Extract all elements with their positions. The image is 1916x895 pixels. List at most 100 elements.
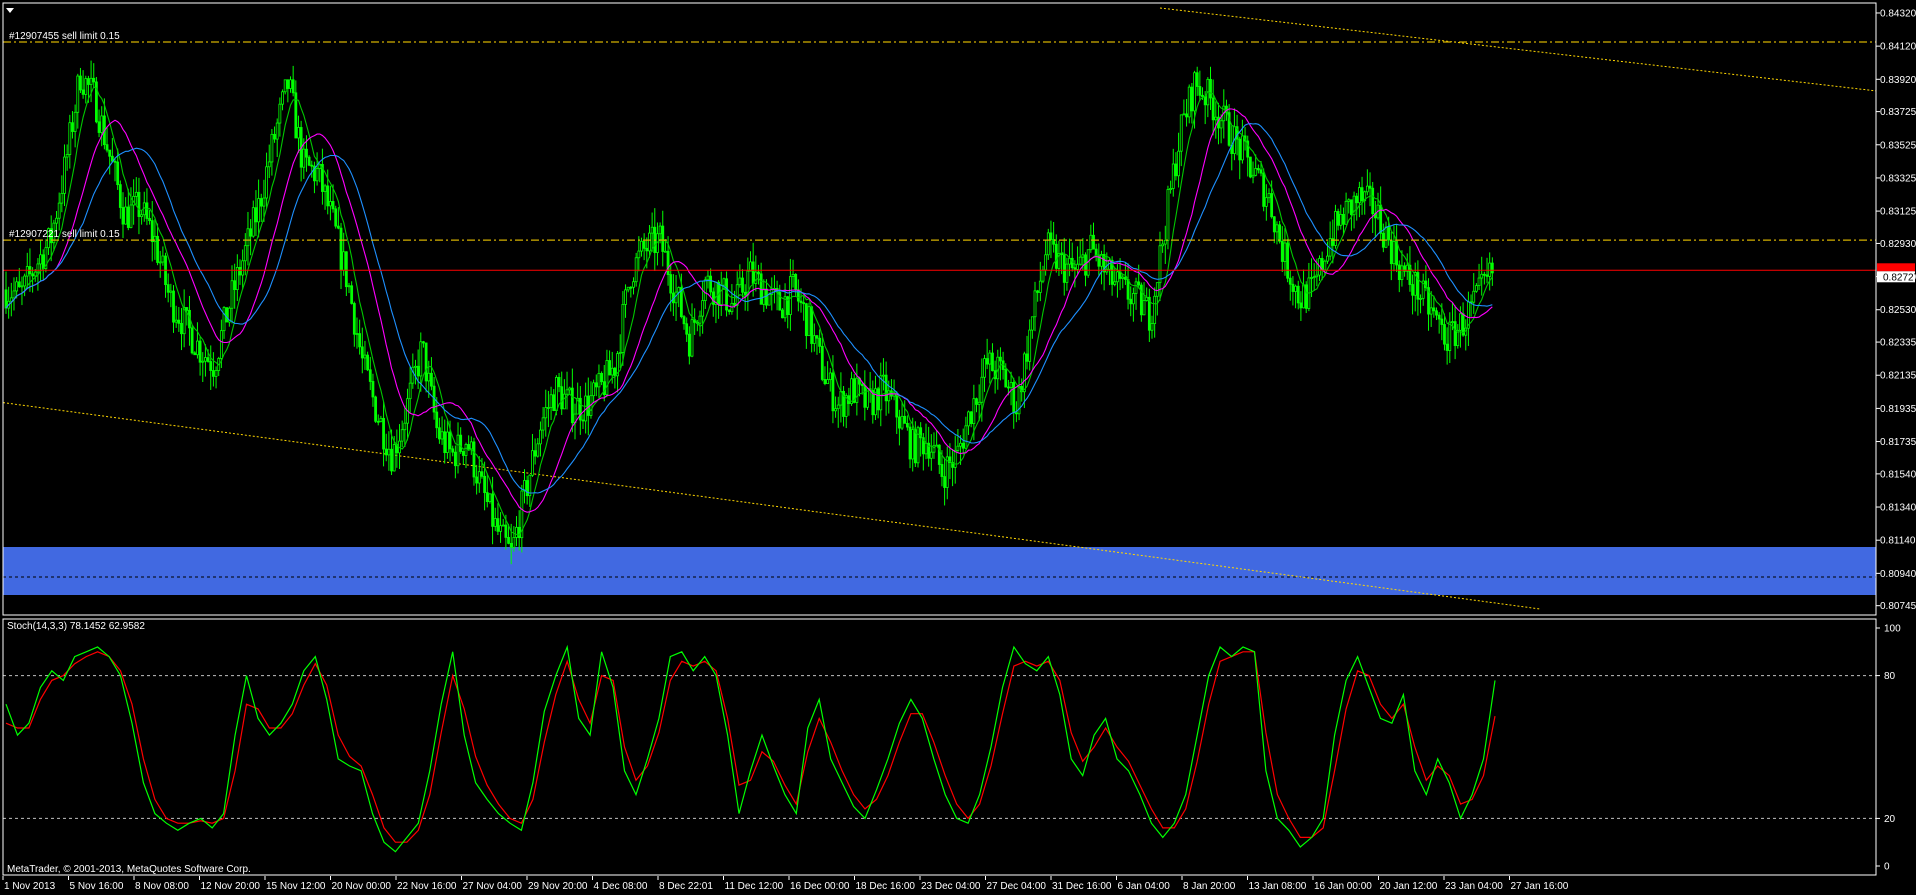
candle-body [134,191,138,197]
candle-body [799,300,803,304]
candle-body [291,79,295,94]
candle-body [1299,302,1303,309]
candle-body [648,232,651,252]
candle-body [23,275,27,287]
candle-body [55,217,58,224]
candle-body [350,285,354,304]
chart-canvas[interactable]: #12907455 sell limit 0.15 #12907221 sell … [0,0,1916,895]
copyright-text: MetaTrader, © 2001-2013, MetaQuotes Soft… [7,864,251,875]
candle-body [1480,273,1484,279]
candle-body [1062,254,1066,283]
candle-body [1094,248,1098,256]
candle-body [331,201,335,210]
candle-body [1251,174,1255,178]
candle-body [246,228,250,247]
time-tick-label: 31 Dec 16:00 [1052,881,1112,892]
stochastic-label: Stoch(14,3,3) 78.1452 62.9582 [7,621,145,632]
time-tick-label: 15 Nov 12:00 [266,881,326,892]
candle-body [618,352,622,354]
candle-body [1336,211,1340,226]
candle-body [1185,113,1188,118]
candle-body [600,373,603,383]
candle-body [781,309,784,319]
time-tick-label: 8 Nov 08:00 [135,881,189,892]
candle-body [592,382,596,397]
candle-body [826,379,830,385]
candle-body [1384,226,1388,248]
zone-rectangle[interactable] [3,547,1876,595]
candle-body [387,448,391,456]
candle-body [1078,256,1082,265]
candle-body [908,426,912,460]
candle-body [544,407,548,419]
candle-body [1437,314,1441,320]
candle-body [999,356,1002,362]
candle-body [810,306,814,344]
candle-body [485,492,489,503]
candle-body [451,448,455,453]
time-tick-label: 23 Jan 04:00 [1445,881,1503,892]
candle-body [1241,135,1244,161]
candle-body [376,420,380,423]
candle-body [1163,239,1167,245]
candle-body [36,263,40,273]
candle-body [1198,86,1202,96]
candle-body [738,277,742,286]
candle-body [265,166,268,199]
candle-body [1294,285,1297,292]
candle-body [57,202,61,219]
candle-body [488,493,492,503]
candle-body [427,372,431,382]
candle-body [642,240,646,249]
stochastic-tick-label: 20 [1884,814,1896,825]
candle-body [751,261,755,284]
time-tick-label: 8 Jan 20:00 [1183,881,1236,892]
candle-body [464,444,468,456]
candle-body [153,235,157,243]
candle-body [802,302,806,305]
price-tick-label: 0.84120 [1880,42,1916,53]
candle-body [92,77,96,83]
candle-body [105,144,109,151]
candle-body [594,382,598,388]
candle-body [757,271,760,275]
candle-body [15,281,19,292]
candle-body [1121,276,1125,279]
candle-body [1012,382,1016,414]
candle-body [400,429,404,442]
candle-body [1355,195,1359,204]
price-tick-label: 0.82530 [1880,305,1916,316]
candle-body [1022,353,1026,393]
candle-body [456,434,460,467]
stochastic-tick-label: 0 [1884,862,1890,873]
candle-body [1395,241,1399,266]
price-tick-label: 0.83125 [1880,207,1916,218]
candle-body [1248,156,1252,178]
candle-body [1155,282,1159,297]
candle-body [1435,310,1438,316]
candle-body [1485,274,1489,277]
candle-body [1477,277,1481,287]
candle-body [1025,353,1029,362]
candle-body [504,524,508,538]
candle-body [334,208,338,227]
candle-body [1488,262,1492,277]
candle-body [541,417,545,431]
candle-body [371,381,375,398]
candle-body [913,429,917,464]
candle-body [1365,185,1369,193]
candle-body [898,416,901,429]
candle-body [682,316,686,325]
candle-body [983,358,986,378]
candle-body [100,115,104,133]
candle-body [1459,313,1462,331]
candle-body [499,525,502,532]
candle-body [1448,321,1452,351]
candle-body [1270,193,1274,218]
candle-body [1280,240,1284,262]
candle-body [634,257,638,283]
candle-body [204,357,207,362]
candle-body [834,408,837,412]
candle-body [358,333,362,348]
candle-body [1182,113,1186,116]
